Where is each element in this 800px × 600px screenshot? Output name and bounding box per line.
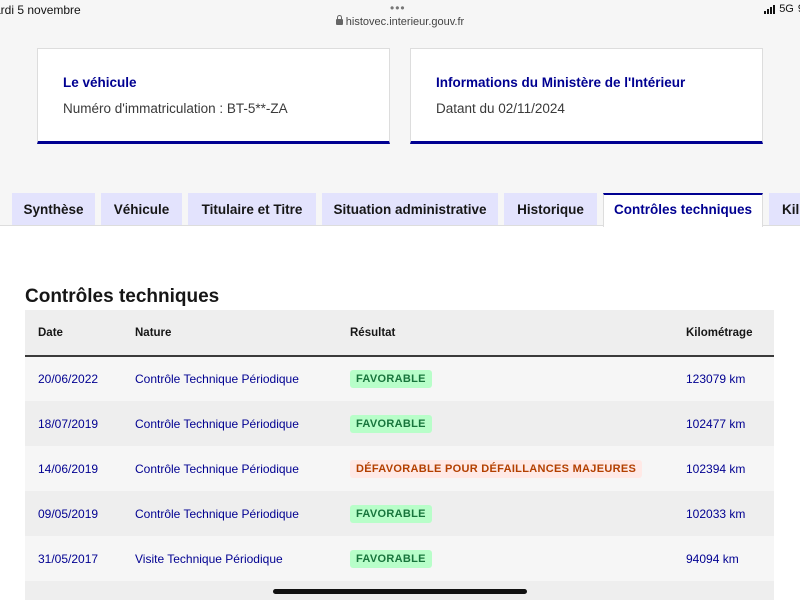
cell-nature-text: Contrôle Technique Périodique — [135, 372, 299, 386]
cell-date-text: 14/06/2019 — [38, 461, 99, 476]
cell-nature-text: Contrôle Technique Périodique — [135, 461, 299, 476]
vehicle-card: Le véhicule Numéro d'immatriculation : B… — [37, 48, 390, 144]
tab-bar: Synthèse Véhicule Titulaire et Titre Sit… — [12, 193, 800, 227]
vehicle-card-plate: Numéro d'immatriculation : BT-5**-ZA — [63, 101, 288, 116]
tab-kilometrage[interactable]: Kil — [769, 193, 800, 225]
cell-nature: Contrôle Technique Périodique — [122, 356, 337, 401]
tab-vehicule[interactable]: Véhicule — [101, 193, 182, 225]
more-dots-icon[interactable]: ••• — [390, 1, 406, 15]
cell-nature-text: Contrôle Technique Périodique — [135, 506, 299, 521]
cell-nature-text: Visite Technique Périodique — [135, 551, 283, 566]
cell-mileage-text: 94094 km — [686, 551, 739, 566]
table-row: 20/06/2022 Contrôle Technique Périodique F… — [25, 356, 774, 401]
home-indicator[interactable] — [273, 589, 527, 594]
status-date: ardi 5 novembre — [0, 3, 81, 17]
tab-panel: Contrôles techniques Date Nature Résulta… — [0, 225, 800, 600]
cell-mileage-text: 102477 km — [686, 416, 746, 431]
col-header-mileage: Kilométrage — [673, 310, 774, 357]
col-header-date: Date — [25, 310, 122, 357]
cell-nature: Contrôle Technique Périodique — [122, 491, 337, 536]
url-text: histovec.interieur.gouv.fr — [345, 16, 465, 28]
cell-date-text: 09/05/2019 — [38, 506, 99, 521]
cell-mileage: 94094 km — [673, 536, 774, 581]
cell-nature: Contrôle Technique Périodique — [122, 446, 337, 491]
cell-date: 18/07/2019 — [25, 401, 122, 446]
table-row: 09/05/2019 Contrôle Technique Périodique F… — [25, 491, 774, 536]
cell-mileage-text: 123079 km — [686, 372, 746, 386]
cell-result: FAVORABLE — [337, 356, 673, 401]
cell-date: 14/06/2019 — [25, 446, 122, 491]
result-badge: FAVORABLE — [350, 414, 432, 433]
table-row: 14/06/2019 Contrôle Technique Périodique D… — [25, 446, 774, 491]
ministry-card: Informations du Ministère de l'Intérieur… — [410, 48, 763, 144]
cell-date-text: 31/05/2017 — [38, 551, 99, 566]
status-indicators: 5G 9 — [764, 3, 800, 15]
cell-mileage — [673, 581, 774, 600]
signal-icon — [764, 4, 776, 14]
cell-result: FAVORABLE — [337, 536, 673, 581]
status-bar: ardi 5 novembre ••• histovec.interieur.g… — [0, 0, 800, 36]
cell-date: 20/06/2022 — [25, 356, 122, 401]
cell-date — [25, 581, 122, 600]
result-badge: FAVORABLE — [350, 370, 432, 388]
cell-nature-text: Contrôle Technique Périodique — [135, 416, 299, 431]
tab-situation-administrative[interactable]: Situation administrative — [322, 193, 498, 225]
table-row: 31/05/2017 Visite Technique Périodique FAV… — [25, 536, 774, 581]
cell-mileage: 123079 km — [673, 356, 774, 401]
tab-titulaire[interactable]: Titulaire et Titre — [188, 193, 316, 225]
cell-result: FAVORABLE — [337, 401, 673, 446]
cell-nature: Visite Technique Périodique — [122, 536, 337, 581]
inspections-table: Date Nature Résultat Kilométrage 20/06/2… — [25, 310, 774, 600]
ministry-card-title: Informations du Ministère de l'Intérieur — [436, 75, 686, 90]
table-header-row: Date Nature Résultat Kilométrage — [25, 310, 774, 357]
cell-result: DÉFAVORABLE POUR DÉFAILLANCES MAJEURES — [337, 446, 673, 491]
cell-date: 09/05/2019 — [25, 491, 122, 536]
tab-synthese[interactable]: Synthèse — [12, 193, 95, 225]
col-header-result: Résultat — [337, 310, 673, 357]
result-badge: FAVORABLE — [350, 549, 432, 568]
table-row: 18/07/2019 Contrôle Technique Périodique F… — [25, 401, 774, 446]
cell-date-text: 20/06/2022 — [38, 372, 99, 386]
cell-nature: Contrôle Technique Périodique — [122, 401, 337, 446]
cell-date-text: 18/07/2019 — [38, 416, 99, 431]
ministry-card-date: Datant du 02/11/2024 — [436, 101, 565, 116]
cell-mileage: 102477 km — [673, 401, 774, 446]
tab-controles-techniques[interactable]: Contrôles techniques — [603, 193, 763, 227]
vehicle-card-title: Le véhicule — [63, 75, 137, 90]
info-cards: Le véhicule Numéro d'immatriculation : B… — [37, 48, 763, 144]
tab-historique[interactable]: Historique — [504, 193, 597, 225]
cell-mileage: 102394 km — [673, 446, 774, 491]
cell-result: FAVORABLE — [337, 491, 673, 536]
section-title: Contrôles techniques — [25, 286, 220, 307]
cell-date: 31/05/2017 — [25, 536, 122, 581]
cell-mileage: 102033 km — [673, 491, 774, 536]
address-bar[interactable]: histovec.interieur.gouv.fr — [0, 15, 800, 28]
col-header-nature: Nature — [122, 310, 337, 357]
result-badge: FAVORABLE — [350, 504, 432, 523]
result-badge: DÉFAVORABLE POUR DÉFAILLANCES MAJEURES — [350, 459, 643, 478]
network-label: 5G — [779, 3, 794, 15]
lock-icon — [335, 15, 343, 25]
cell-mileage-text: 102394 km — [686, 461, 746, 476]
cell-mileage-text: 102033 km — [686, 506, 746, 521]
